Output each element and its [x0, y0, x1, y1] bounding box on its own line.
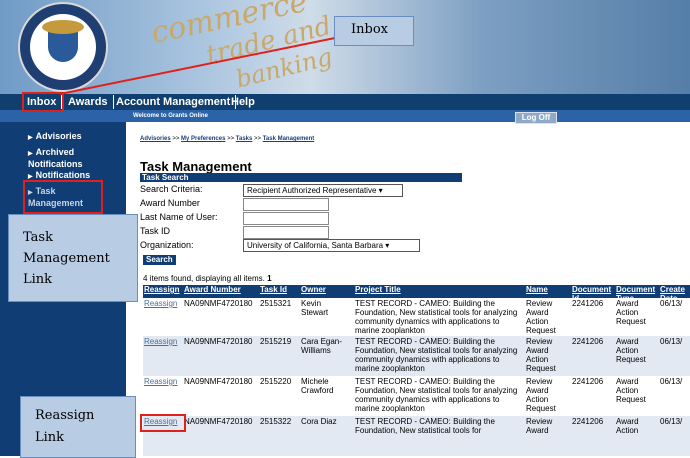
reassign-highlight [140, 414, 186, 432]
task-management-highlight [23, 180, 103, 214]
reassign-callout: Reassign Link [20, 396, 136, 458]
inbox-callout: Inbox [334, 16, 414, 46]
task-management-callout: Task Management Link [8, 214, 138, 302]
